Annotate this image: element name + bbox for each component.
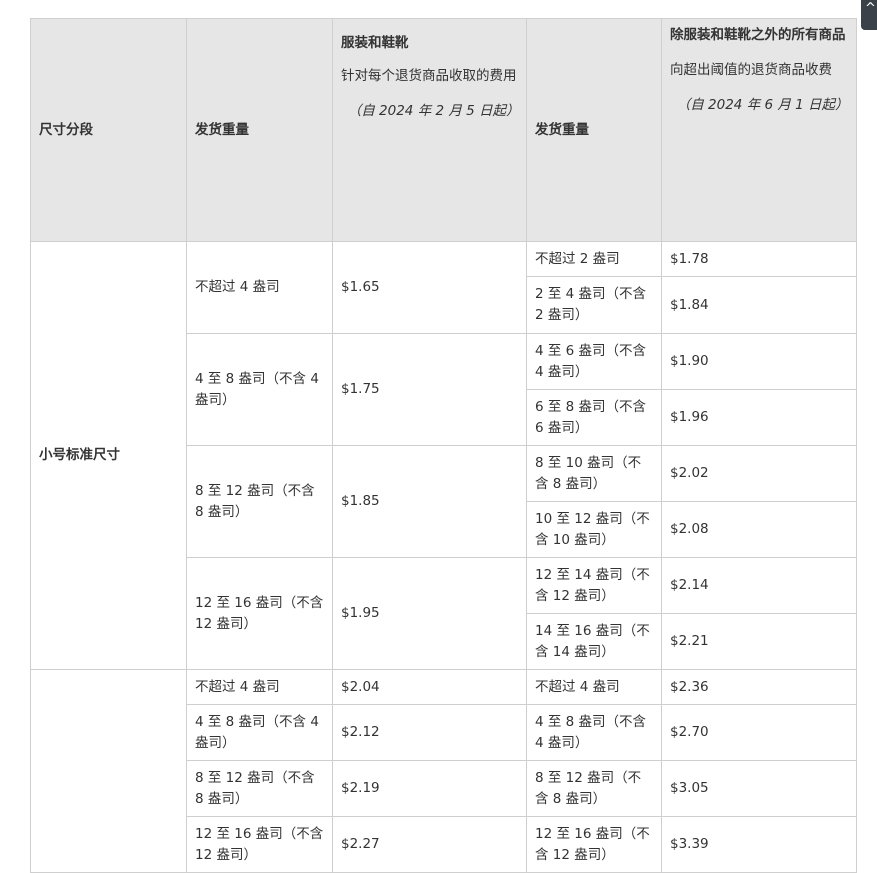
weight-cell: 12 至 16 盎司（不含 12 盎司） — [186, 816, 333, 873]
header-apparel-title: 服装和鞋靴 — [341, 35, 409, 51]
header-apparel: 服装和鞋靴 针对每个退货商品收取的费用 （自 2024 年 2 月 5 日起） — [332, 18, 527, 242]
fee-cell: $1.84 — [661, 276, 857, 334]
apparel-fee-cell: $1.75 — [332, 333, 527, 446]
weight-cell: 4 至 8 盎司（不含 4 盎司） — [186, 704, 333, 761]
fee-cell: $2.02 — [661, 445, 857, 502]
sub-weight-cell: 8 至 12 盎司（不含 8 盎司） — [526, 760, 662, 817]
header-other: 除服装和鞋靴之外的所有商品 向超出阈值的退货商品收费 （自 2024 年 6 月… — [661, 18, 857, 242]
size-tier-cell — [30, 669, 187, 873]
sub-weight-cell: 14 至 16 盎司（不含 14 盎司） — [526, 613, 662, 670]
fee-cell: $1.96 — [661, 389, 857, 446]
table-row: 小号标准尺寸 不超过 4 盎司 $1.65 不超过 2 盎司 $1.78 — [30, 241, 857, 670]
weight-cell: 8 至 12 盎司（不含 8 盎司） — [186, 760, 333, 817]
header-apparel-desc: 针对每个退货商品收取的费用 — [341, 68, 517, 84]
fee-cell: $1.90 — [661, 333, 857, 390]
sub-weight-cell: 12 至 14 盎司（不含 12 盎司） — [526, 557, 662, 614]
header-other-note: （自 2024 年 6 月 1 日起） — [676, 97, 849, 113]
table-row: 不超过 4 盎司 $2.04 不超过 4 盎司 $2.36 — [30, 669, 857, 873]
fee-cell: $3.39 — [661, 816, 857, 873]
fee-cell: $2.14 — [661, 557, 857, 614]
header-apparel-note: （自 2024 年 2 月 5 日起） — [347, 103, 520, 119]
fee-cell: $3.05 — [661, 760, 857, 817]
sub-weight-cell: 不超过 2 盎司 — [526, 241, 662, 277]
weight-cell: 不超过 4 盎司 — [186, 241, 333, 334]
header-size-tier: 尺寸分段 — [30, 18, 187, 242]
apparel-fee-cell: $2.12 — [332, 704, 527, 761]
returns-fee-table: 尺寸分段 发货重量 服装和鞋靴 针对每个退货商品收取的费用 （自 2024 年 … — [30, 18, 857, 873]
fee-cell: $2.70 — [661, 704, 857, 761]
header-other-title: 除服装和鞋靴之外的所有商品 — [670, 27, 846, 43]
scroll-top-button[interactable]: ^ — [861, 0, 877, 30]
size-tier-cell: 小号标准尺寸 — [30, 241, 187, 670]
sub-weight-cell: 4 至 8 盎司（不含 4 盎司） — [526, 704, 662, 761]
sub-weight-cell: 10 至 12 盎司（不含 10 盎司） — [526, 501, 662, 558]
sub-weight-cell: 4 至 6 盎司（不含 4 盎司） — [526, 333, 662, 390]
weight-cell: 8 至 12 盎司（不含 8 盎司） — [186, 445, 333, 558]
sub-weight-cell: 6 至 8 盎司（不含 6 盎司） — [526, 389, 662, 446]
apparel-fee-cell: $1.65 — [332, 241, 527, 334]
sub-weight-cell: 2 至 4 盎司（不含 2 盎司） — [526, 276, 662, 334]
fee-cell: $2.36 — [661, 669, 857, 705]
weight-cell: 4 至 8 盎司（不含 4 盎司） — [186, 333, 333, 446]
header-other-desc: 向超出阈值的退货商品收费 — [670, 62, 832, 78]
fee-cell: $2.08 — [661, 501, 857, 558]
apparel-fee-cell: $2.27 — [332, 816, 527, 873]
apparel-fee-cell: $1.95 — [332, 557, 527, 670]
sub-weight-cell: 不超过 4 盎司 — [526, 669, 662, 705]
apparel-fee-cell: $2.19 — [332, 760, 527, 817]
weight-cell: 12 至 16 盎司（不含 12 盎司） — [186, 557, 333, 670]
sub-weight-cell: 8 至 10 盎司（不含 8 盎司） — [526, 445, 662, 502]
fee-cell: $2.21 — [661, 613, 857, 670]
sub-weight-cell: 12 至 16 盎司（不含 12 盎司） — [526, 816, 662, 873]
header-shipping-weight: 发货重量 — [186, 18, 333, 242]
weight-cell: 不超过 4 盎司 — [186, 669, 333, 705]
apparel-fee-cell: $2.04 — [332, 669, 527, 705]
chevron-up-icon: ^ — [865, 1, 876, 16]
table-header-row: 尺寸分段 发货重量 服装和鞋靴 针对每个退货商品收取的费用 （自 2024 年 … — [30, 18, 857, 242]
fee-cell: $1.78 — [661, 241, 857, 277]
header-shipping-weight-2: 发货重量 — [526, 18, 662, 242]
apparel-fee-cell: $1.85 — [332, 445, 527, 558]
